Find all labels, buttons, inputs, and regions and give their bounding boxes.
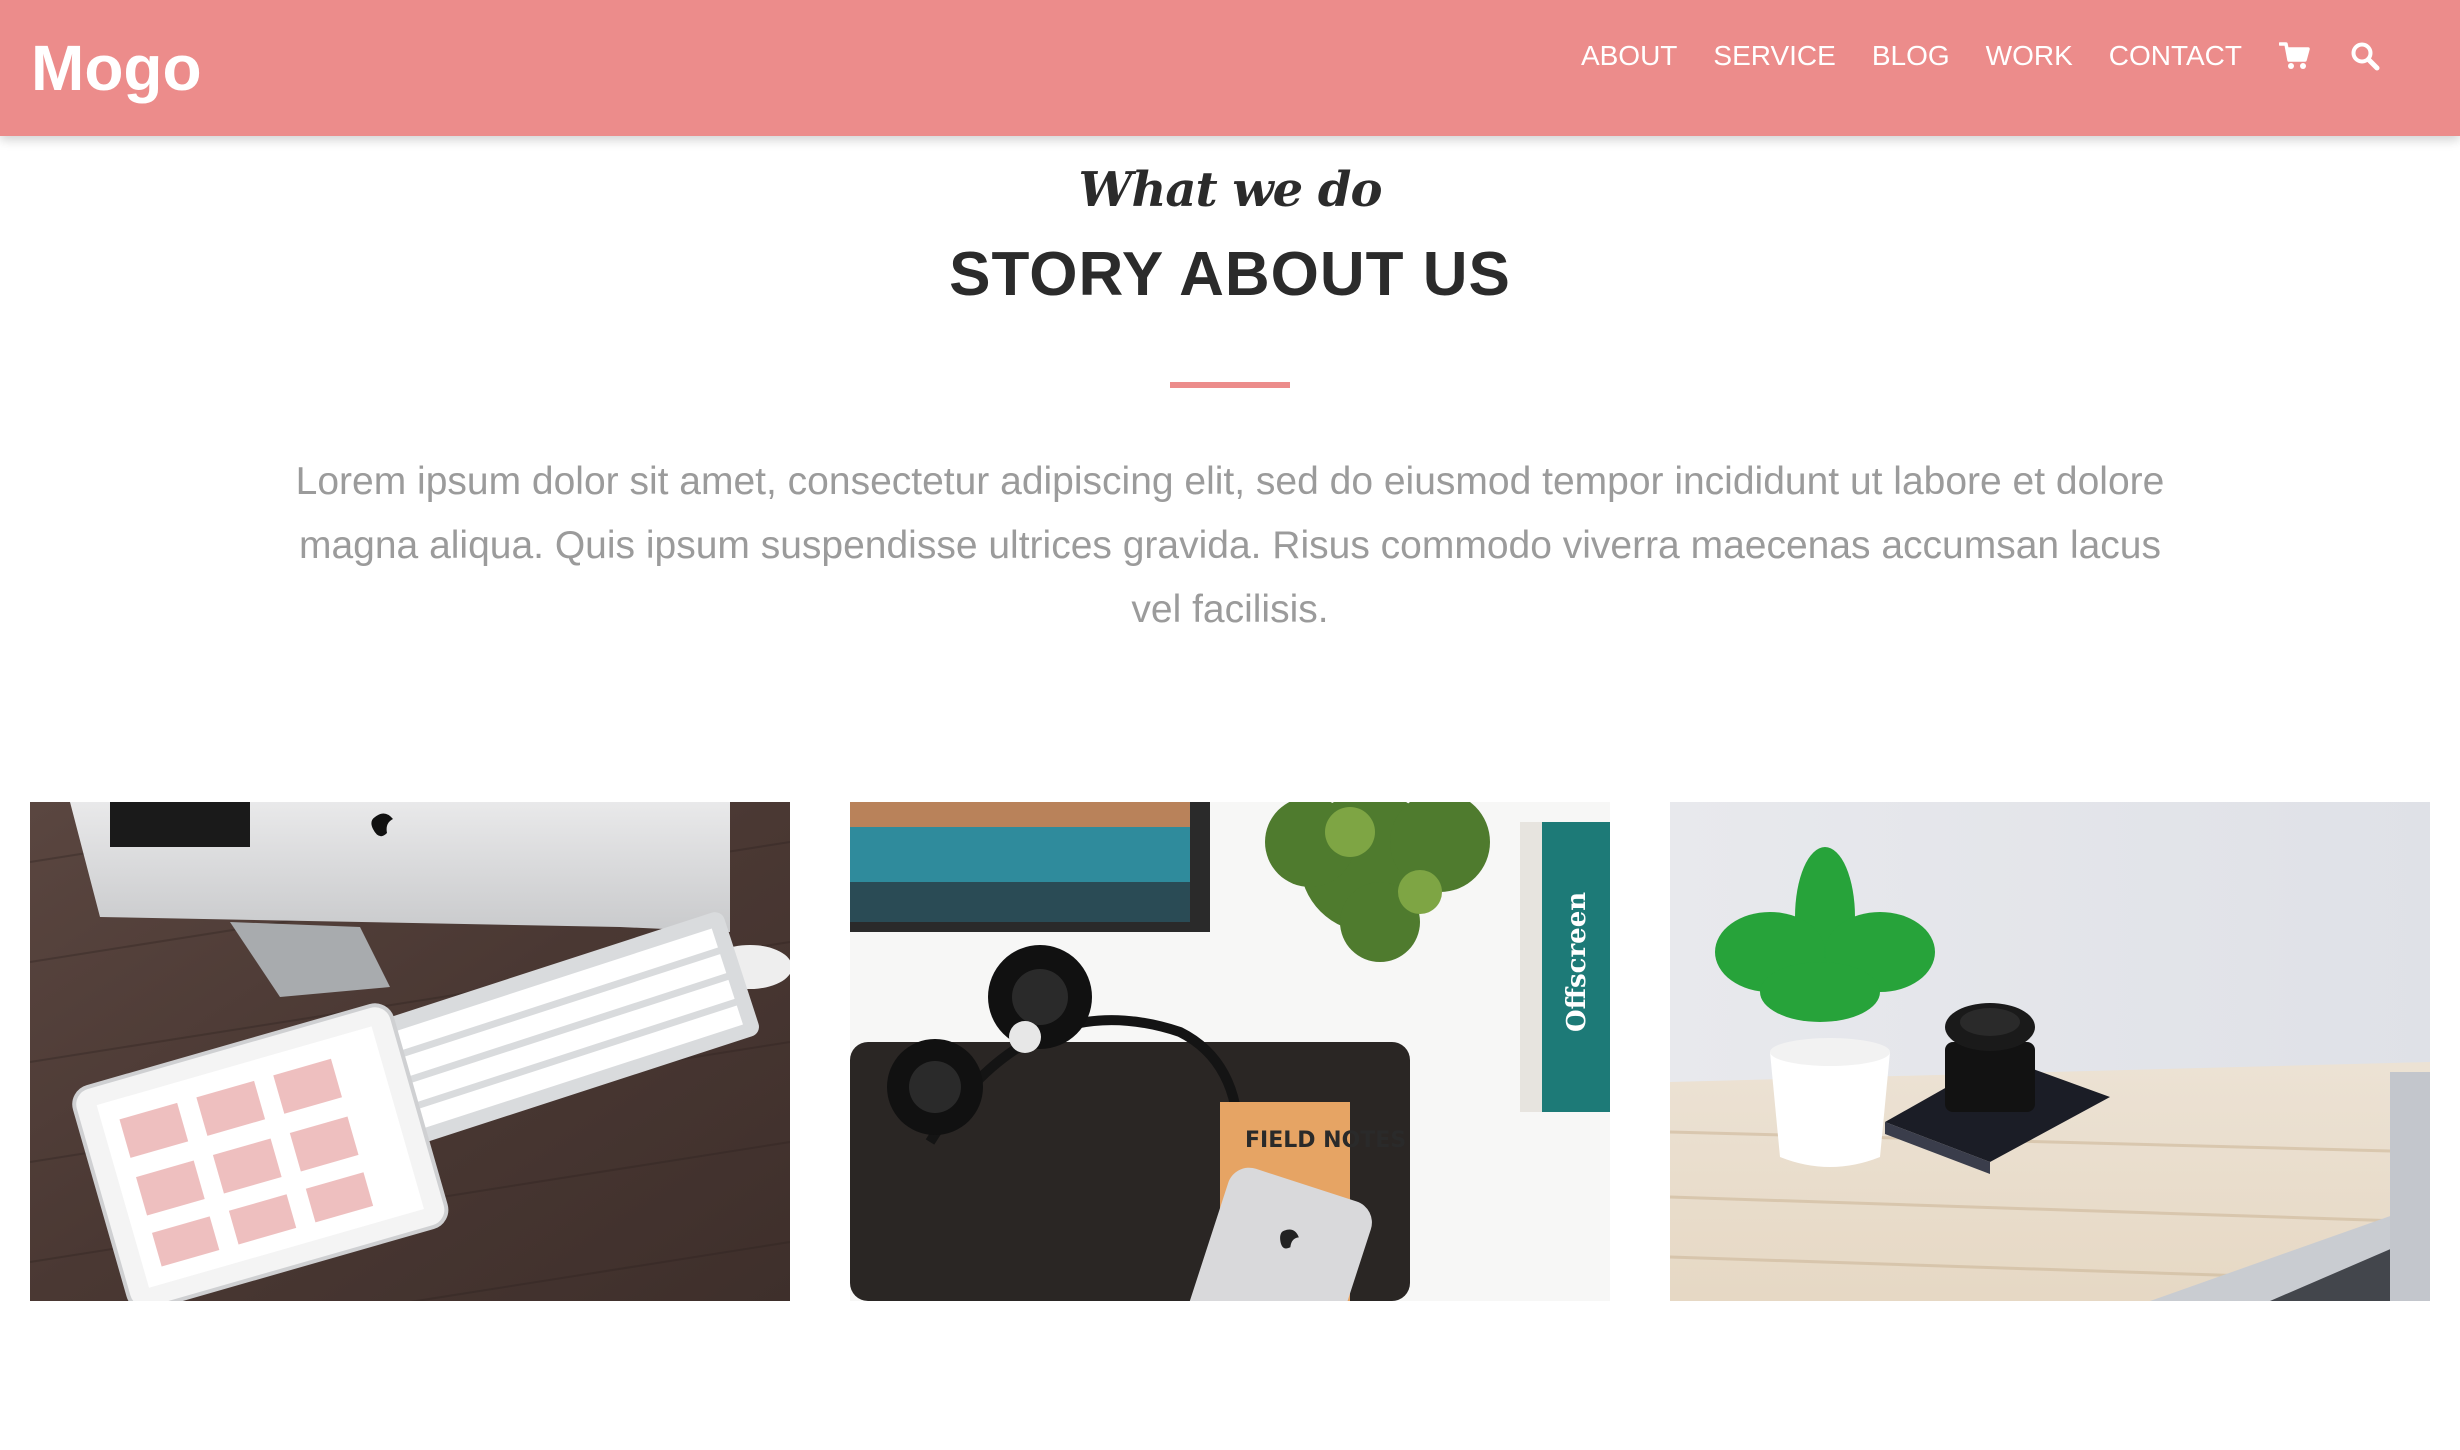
section-lead: Lorem ipsum dolor sit amet, consectetur … [295,460,2165,631]
section-eyebrow: What we do [1078,162,1383,218]
section-title: STORY ABOUT US [949,240,1511,309]
search-icon[interactable] [2348,39,2382,73]
nav-item-work[interactable]: WORK [1986,36,2073,76]
main-nav: ABOUT SERVICE BLOG WORK CONTACT [1581,36,2382,76]
photo-desk-workstation [30,802,790,1301]
photo-headphones-flatlay: Offscreen FIELD NOTES [850,802,1610,1301]
nav-item-contact[interactable]: CONTACT [2109,36,2242,76]
photo-plant-camera [1670,802,2430,1301]
notebook-text: FIELD NOTES [1245,1128,1406,1153]
cart-icon[interactable] [2278,39,2312,73]
nav-item-service[interactable]: SERVICE [1713,36,1835,76]
nav-item-about[interactable]: ABOUT [1581,36,1677,76]
nav-item-blog[interactable]: BLOG [1872,36,1950,76]
site-header: Mogo ABOUT SERVICE BLOG WORK CONTACT [0,0,2460,136]
book-spine-text: Offscreen [1562,892,1592,1032]
title-divider [1170,382,1290,388]
site-logo[interactable]: Mogo [31,28,202,108]
